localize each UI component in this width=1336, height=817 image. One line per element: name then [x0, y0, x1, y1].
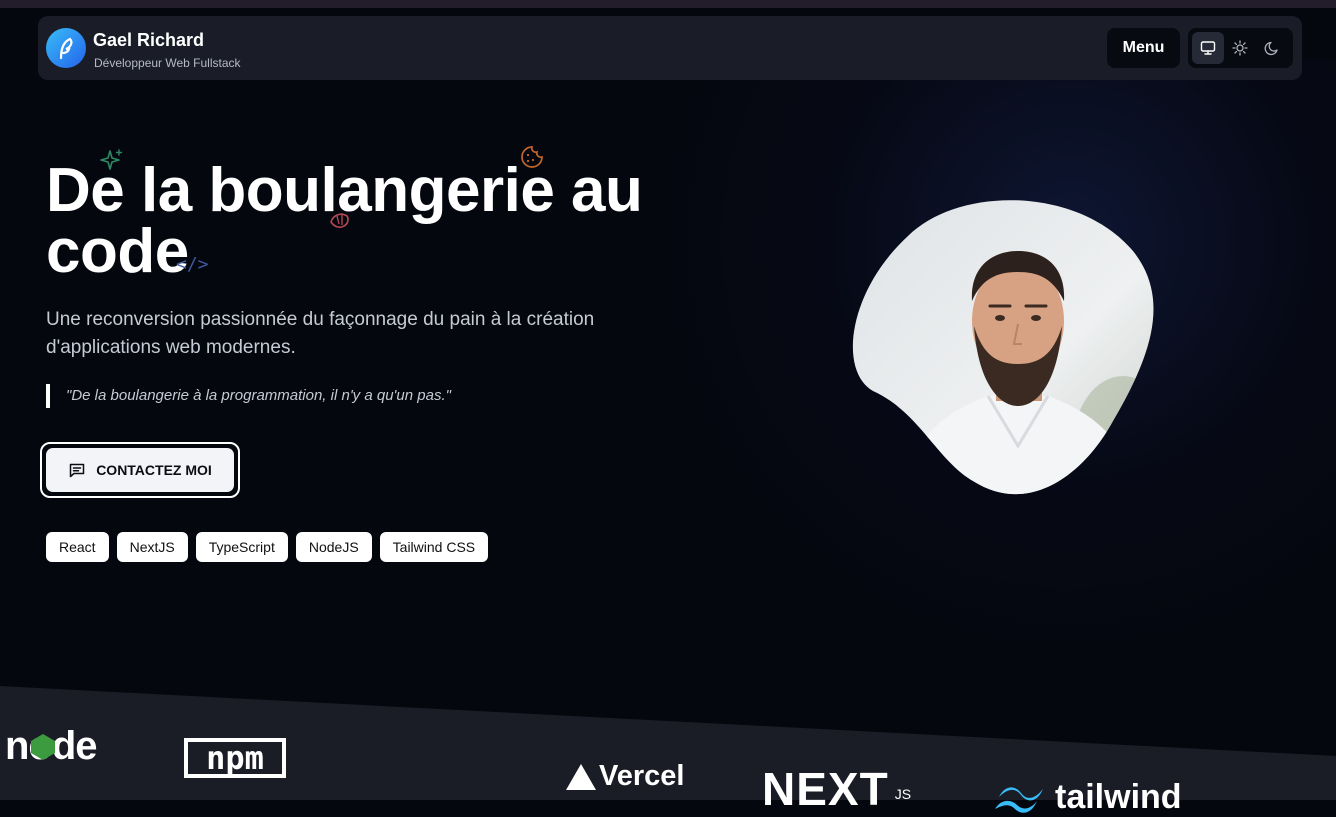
quote-bar: [46, 384, 50, 408]
hero-title-line1: De la boulangerie au: [46, 156, 643, 225]
profile-photo: [852, 200, 1154, 495]
contact-button-label: CONTACTEZ MOI: [96, 462, 212, 478]
theme-dark-button[interactable]: [1256, 32, 1288, 64]
vercel-triangle-icon: [566, 763, 596, 790]
tailwind-logo: tailwind: [995, 778, 1182, 817]
contact-button[interactable]: CONTACTEZ MOI: [46, 448, 234, 492]
tag-react: React: [46, 532, 109, 562]
tag-nextjs: NextJS: [116, 532, 188, 562]
sun-icon: [1232, 40, 1248, 56]
hero-title-line2: code: [46, 217, 189, 286]
tech-tags: React NextJS TypeScript NodeJS Tailwind …: [46, 532, 489, 562]
monitor-icon: [1200, 41, 1216, 55]
top-border: [0, 0, 1336, 8]
theme-system-button[interactable]: [1192, 32, 1224, 64]
node-hexagon-icon: [31, 734, 55, 760]
hero-quote: "De la boulangerie à la programmation, i…: [66, 387, 451, 404]
theme-switcher: [1188, 28, 1293, 68]
npm-logo: npm: [184, 738, 286, 778]
tag-tailwind: Tailwind CSS: [379, 532, 489, 562]
feather-icon: [59, 37, 73, 60]
next-logo: NEXT JS: [762, 763, 912, 815]
message-icon: [69, 463, 85, 478]
hero-title: De la boulangerie au code: [46, 156, 686, 286]
moon-icon: [1264, 41, 1278, 56]
brand-logo[interactable]: [46, 28, 86, 68]
menu-button[interactable]: Menu: [1107, 28, 1180, 68]
brand-name[interactable]: Gael Richard: [93, 30, 204, 51]
brand-subtitle: Développeur Web Fullstack: [94, 56, 241, 70]
site-header: Gael Richard Développeur Web Fullstack M…: [38, 16, 1302, 80]
tag-typescript: TypeScript: [195, 532, 288, 562]
tailwind-wave-icon: [995, 786, 1043, 813]
code-brackets-icon: </>: [176, 254, 209, 275]
theme-light-button[interactable]: [1224, 32, 1256, 64]
hero-lead: Une reconversion passionnée du façonnage…: [46, 309, 595, 358]
tag-nodejs: NodeJS: [295, 532, 372, 562]
vercel-logo: Vercel: [565, 760, 684, 793]
